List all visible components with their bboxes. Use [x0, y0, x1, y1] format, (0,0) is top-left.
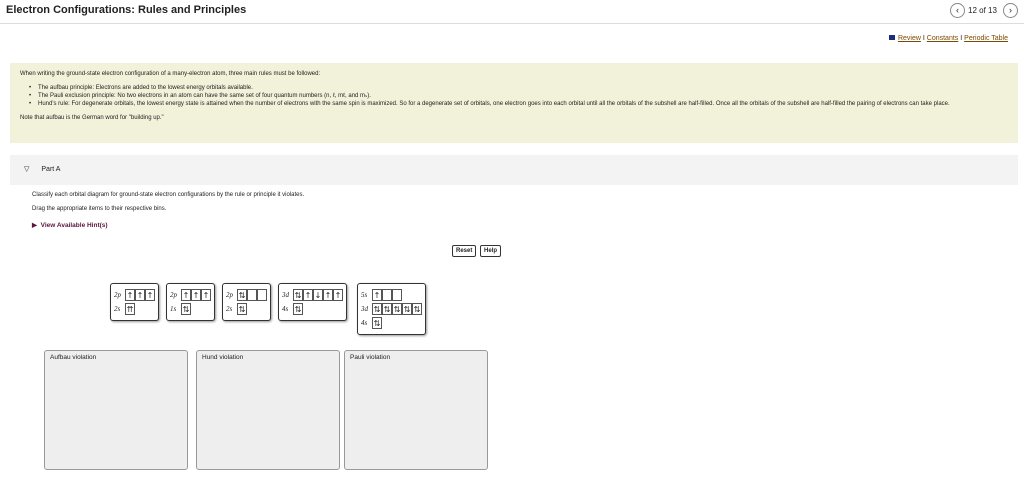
- orbital-row: 2p ↑ ↑ ↑: [114, 289, 155, 301]
- orbital-box: ↑: [372, 289, 382, 301]
- orbital-box: [257, 289, 267, 301]
- orbital-diagram-item[interactable]: 2p ⇅ 2s ⇅: [222, 283, 271, 321]
- intro-box: When writing the ground-state electron c…: [10, 63, 1018, 143]
- subshell-label: 3d: [361, 305, 368, 313]
- drag-instruction: Drag the appropriate items to their resp…: [32, 206, 167, 212]
- review-link[interactable]: Review: [898, 35, 921, 42]
- orbital-diagram-item[interactable]: 2p ↑ ↑ ↑ 2s ⇈: [110, 283, 159, 321]
- book-icon: [888, 35, 895, 40]
- intro-lead: When writing the ground-state electron c…: [20, 71, 321, 77]
- orbital-row: 5s ↑: [361, 289, 422, 301]
- view-hints-link[interactable]: ▶ View Available Hint(s): [32, 221, 108, 229]
- orbital-row: 2s ⇅: [226, 303, 267, 315]
- orbital-box: [382, 289, 392, 301]
- orbital-box: ⇅: [372, 303, 382, 315]
- subshell-label: 5s: [361, 291, 368, 299]
- reset-button[interactable]: Reset: [452, 245, 477, 257]
- rule-hund: Hund's rule: For degenerate orbitals, th…: [29, 100, 1008, 108]
- orbital-box: ↑: [181, 289, 191, 301]
- part-a-header[interactable]: ▽ Part A: [10, 155, 1018, 185]
- orbital-box: ⇈: [125, 303, 135, 315]
- orbital-row: 2s ⇈: [114, 303, 155, 315]
- orbital-box: ↑: [323, 289, 333, 301]
- bin-label: Hund violation: [202, 354, 244, 361]
- periodic-table-link[interactable]: Periodic Table: [964, 35, 1008, 42]
- orbital-box: [392, 289, 402, 301]
- orbital-box: ↑: [135, 289, 145, 301]
- orbital-box: ⇅: [392, 303, 402, 315]
- orbital-row: 3d ⇅ ⇅ ⇅ ⇅ ⇅: [361, 303, 422, 315]
- orbital-box: ⇅: [412, 303, 422, 315]
- orbital-row: 2p ↑ ↑ ↑: [170, 289, 211, 301]
- next-button[interactable]: ›: [1003, 3, 1018, 18]
- orbital-box: [247, 289, 257, 301]
- page-title: Electron Configurations: Rules and Princ…: [6, 4, 247, 16]
- bin-pauli[interactable]: Pauli violation: [344, 350, 488, 470]
- resource-links: Review I Constants I Periodic Table: [888, 35, 1008, 42]
- orbital-diagram-item[interactable]: 3d ⇅ ↑ ↓ ↑ ↑ 4s ⇅: [278, 283, 347, 321]
- subshell-label: 2p: [170, 291, 177, 299]
- hint-label: View Available Hint(s): [40, 222, 108, 229]
- part-label: Part A: [41, 166, 61, 173]
- page-counter: 12 of 13: [968, 6, 997, 15]
- bin-hund[interactable]: Hund violation: [196, 350, 340, 470]
- orbital-diagram-item[interactable]: 5s ↑ 3d ⇅ ⇅ ⇅ ⇅ ⇅ 4s ⇅: [357, 283, 426, 335]
- instruction: Classify each orbital diagram for ground…: [32, 192, 305, 198]
- divider: [0, 23, 1024, 24]
- orbital-row: 2p ⇅: [226, 289, 267, 301]
- orbital-box: ⇅: [382, 303, 392, 315]
- orbital-row: 1s ⇅: [170, 303, 211, 315]
- bin-label: Pauli violation: [350, 354, 391, 361]
- separator: I: [960, 35, 963, 42]
- expand-icon: ▶: [32, 222, 37, 229]
- orbital-box: ↑: [333, 289, 343, 301]
- orbital-row: 4s ⇅: [361, 317, 422, 329]
- orbital-box: ⇅: [293, 303, 303, 315]
- orbital-box: ↑: [145, 289, 155, 301]
- subshell-label: 3d: [282, 291, 289, 299]
- orbital-box: ⇅: [402, 303, 412, 315]
- orbital-box: ↑: [191, 289, 201, 301]
- orbital-box: ⇅: [237, 303, 247, 315]
- bin-label: Aufbau violation: [50, 354, 97, 361]
- orbital-row: 4s ⇅: [282, 303, 343, 315]
- orbital-box: ↑: [125, 289, 135, 301]
- orbital-box: ↓: [313, 289, 323, 301]
- subshell-label: 4s: [361, 319, 368, 327]
- subshell-label: 4s: [282, 305, 289, 313]
- subshell-label: 2s: [226, 305, 233, 313]
- constants-link[interactable]: Constants: [927, 35, 959, 42]
- prev-button[interactable]: ‹: [950, 3, 965, 18]
- orbital-row: 3d ⇅ ↑ ↓ ↑ ↑: [282, 289, 343, 301]
- orbital-box: ⇅: [372, 317, 382, 329]
- orbital-box: ⇅: [293, 289, 303, 301]
- intro-note: Note that aufbau is the German word for …: [20, 115, 164, 121]
- bin-aufbau[interactable]: Aufbau violation: [44, 350, 188, 470]
- subshell-label: 2s: [114, 305, 121, 313]
- orbital-box: ↑: [201, 289, 211, 301]
- orbital-box: ⇅: [237, 289, 247, 301]
- orbital-box: ⇅: [181, 303, 191, 315]
- rule-pauli: The Pauli exclusion principle: No two el…: [29, 92, 1008, 100]
- subshell-label: 2p: [114, 291, 121, 299]
- subshell-label: 2p: [226, 291, 233, 299]
- rule-aufbau: The aufbau principle: Electrons are adde…: [29, 84, 1008, 92]
- help-button[interactable]: Help: [480, 245, 502, 257]
- separator: I: [922, 35, 925, 42]
- subshell-label: 1s: [170, 305, 177, 313]
- orbital-diagram-item[interactable]: 2p ↑ ↑ ↑ 1s ⇅: [166, 283, 215, 321]
- orbital-box: ↑: [303, 289, 313, 301]
- collapse-icon[interactable]: ▽: [24, 166, 29, 173]
